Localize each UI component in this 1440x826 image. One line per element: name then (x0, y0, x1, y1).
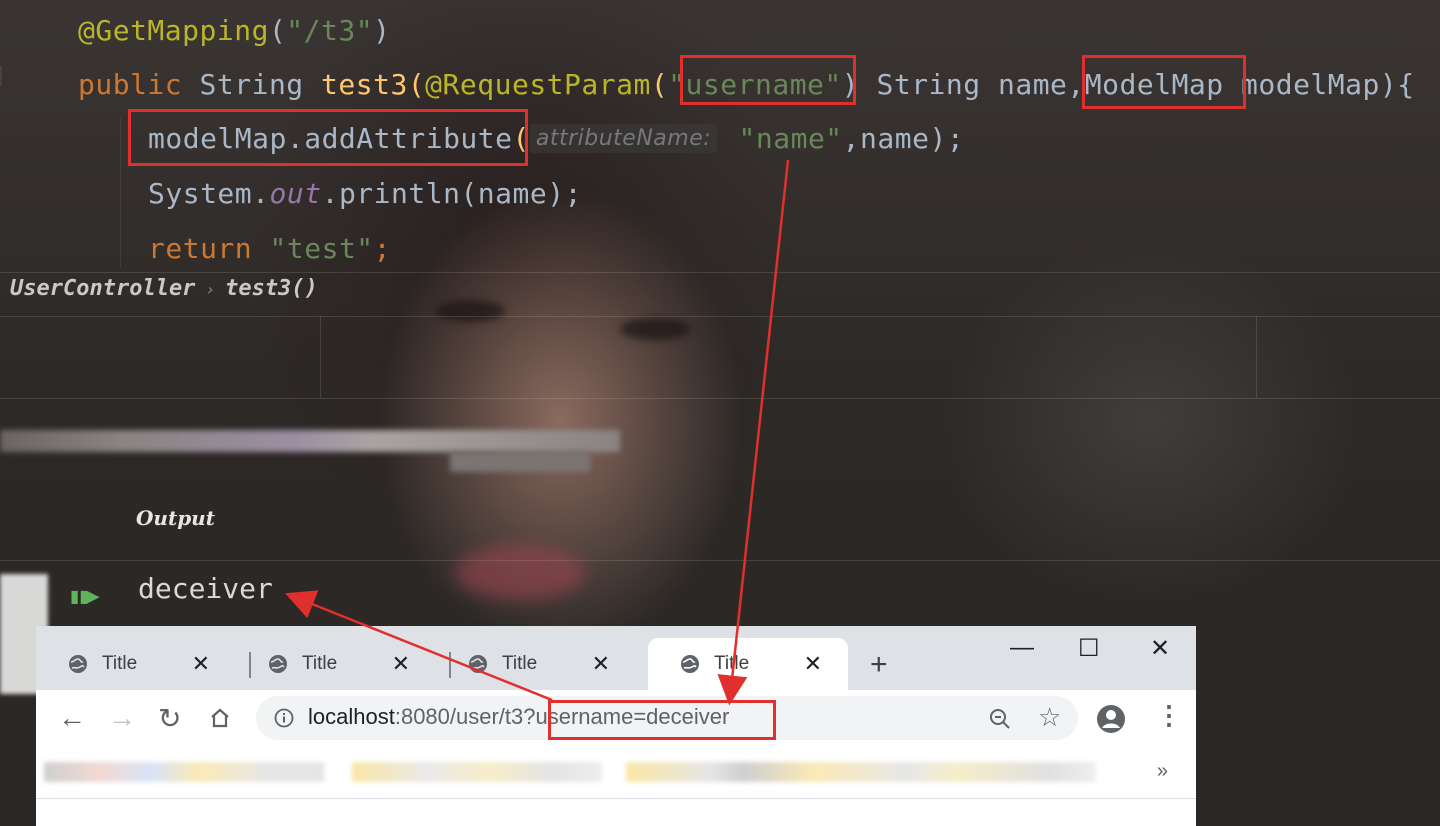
arrow-line (285, 590, 553, 702)
annotation-arrows (285, 159, 790, 706)
arrow-line (717, 159, 790, 706)
